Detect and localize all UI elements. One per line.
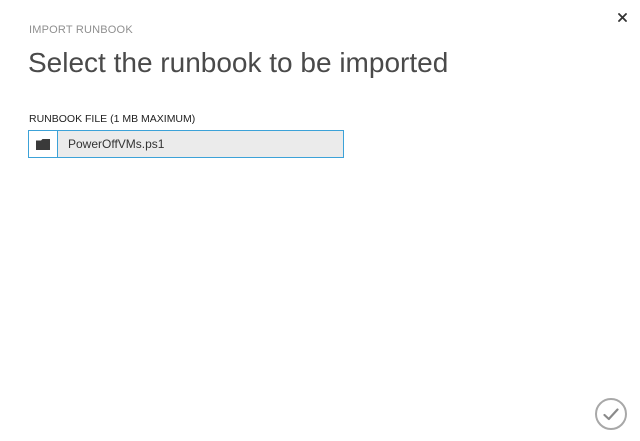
confirm-button[interactable]	[595, 398, 627, 430]
runbook-file-input[interactable]: PowerOffVMs.ps1	[28, 130, 344, 158]
runbook-file-label: RUNBOOK FILE (1 MB MAXIMUM)	[29, 113, 196, 125]
folder-icon	[36, 138, 50, 150]
import-runbook-dialog: IMPORT RUNBOOK Select the runbook to be …	[0, 0, 640, 441]
dialog-title: Select the runbook to be imported	[28, 47, 449, 78]
close-icon	[617, 12, 627, 22]
browse-button[interactable]	[29, 131, 58, 157]
selected-file-name: PowerOffVMs.ps1	[68, 137, 165, 151]
close-button[interactable]	[614, 9, 630, 25]
checkmark-icon	[603, 407, 619, 420]
dialog-eyebrow: IMPORT RUNBOOK	[29, 24, 133, 36]
